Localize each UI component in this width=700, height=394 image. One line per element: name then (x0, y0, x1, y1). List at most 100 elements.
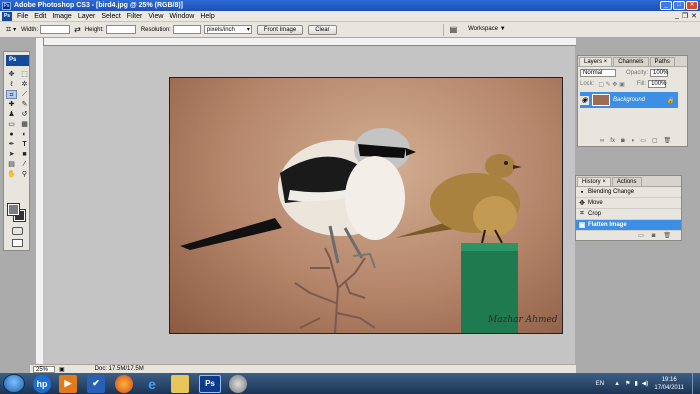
doc-info[interactable]: Doc: 17.5M/17.5M (95, 366, 144, 372)
menu-view[interactable]: View (145, 13, 166, 20)
flag-icon[interactable]: ⚑ (625, 380, 630, 387)
doc-restore-button[interactable]: ❐ (682, 12, 688, 20)
image-canvas[interactable]: Mazhar Ahmed (169, 77, 563, 334)
units-select[interactable]: pixels/inch ▾ (203, 25, 252, 34)
status-icon[interactable]: ▣ (59, 366, 65, 373)
slice-icon[interactable]: ⟋ (19, 90, 30, 99)
menu-edit[interactable]: Edit (31, 13, 49, 20)
menu-window[interactable]: Window (166, 13, 197, 20)
units-value: pixels/inch (206, 27, 235, 33)
screen-mode-icon[interactable] (12, 239, 23, 247)
menu-file[interactable]: File (14, 13, 31, 20)
doc-close-button[interactable]: ✕ (691, 12, 697, 20)
snapshot-icon[interactable]: ▭ (638, 232, 644, 239)
marquee-icon[interactable]: ⬚ (19, 70, 30, 79)
history-item-selected[interactable]: ▣ Flatten Image (576, 220, 681, 231)
tab-actions[interactable]: Actions (611, 177, 642, 186)
move-icon[interactable]: ✥ (6, 70, 17, 79)
menu-select[interactable]: Select (98, 13, 123, 20)
height-input[interactable] (105, 25, 136, 34)
lock-icons[interactable]: ▢ ✎ ✥ ▣ (598, 81, 624, 88)
pen-icon[interactable]: ✒ (6, 140, 17, 149)
hand-icon[interactable]: ✋ (6, 170, 17, 179)
width-label: Width: (21, 26, 39, 33)
menu-filter[interactable]: Filter (124, 13, 146, 20)
menu-image[interactable]: Image (49, 13, 74, 20)
fill-input[interactable]: 100% (648, 80, 666, 88)
layer-background[interactable]: ◉ Background 🔒 (580, 92, 678, 108)
clock[interactable]: 19:16 17/04/2011 (654, 376, 684, 392)
front-image-button[interactable]: Front Image (256, 24, 304, 35)
link-icon[interactable]: ∞ (600, 138, 604, 144)
brush-icon[interactable]: ✎ (19, 100, 30, 109)
network-icon[interactable]: ▮ (634, 380, 637, 387)
start-button[interactable] (3, 374, 25, 393)
show-desktop-button[interactable] (692, 373, 700, 394)
workspace-button[interactable]: Workspace ▼ (462, 25, 512, 35)
new-layer-icon[interactable]: ▢ (652, 137, 658, 144)
history-item[interactable]: ⌗ Crop (576, 209, 681, 220)
crop-tool-icon[interactable]: ⌗ (6, 24, 11, 35)
bridge-icon[interactable]: ▤ (450, 25, 458, 34)
folder-icon[interactable] (171, 374, 189, 393)
close-button[interactable]: ✕ (686, 1, 698, 10)
fx-icon[interactable]: fx (610, 138, 615, 144)
ps-menu-icon[interactable]: Ps (2, 11, 12, 21)
tab-channels[interactable]: Channels (613, 57, 649, 66)
blur-icon[interactable]: ● (6, 130, 17, 139)
tab-history[interactable]: History × (577, 177, 611, 186)
eraser-icon[interactable]: ▭ (6, 120, 17, 129)
quick-mask-icon[interactable] (12, 227, 23, 235)
dodge-icon[interactable]: ◐ (19, 130, 30, 139)
stamp-icon[interactable]: ♟ (6, 110, 17, 119)
media-player-icon[interactable]: ▶ (59, 374, 77, 393)
check-icon[interactable]: ✔ (87, 374, 105, 393)
volume-icon[interactable]: ◀) (642, 380, 649, 387)
crop-icon[interactable]: ⌗ (6, 90, 17, 99)
trash-icon[interactable]: 🗑 (663, 232, 671, 239)
hp-icon[interactable]: hp (33, 374, 51, 393)
history-item[interactable]: ✥ Move (576, 198, 681, 209)
eye-icon[interactable]: ◉ (580, 95, 589, 105)
menu-layer[interactable]: Layer (75, 13, 99, 20)
history-item[interactable]: ▪ Blending Change (576, 187, 681, 198)
camera-icon[interactable] (229, 374, 247, 393)
group-icon[interactable]: ▭ (640, 137, 646, 144)
tab-layers[interactable]: Layers × (579, 57, 613, 66)
tab-paths[interactable]: Paths (649, 57, 675, 66)
lasso-icon[interactable]: ℓ (6, 80, 17, 89)
photoshop-icon[interactable]: Ps (199, 374, 221, 393)
firefox-icon[interactable] (115, 374, 133, 393)
camera-icon[interactable]: ◙ (652, 233, 656, 239)
minimize-button[interactable]: _ (660, 1, 672, 10)
magic-wand-icon[interactable]: ✲ (19, 80, 30, 89)
zoom-icon[interactable]: ⚲ (19, 170, 30, 179)
shape-icon[interactable]: ■ (19, 150, 30, 159)
opacity-input[interactable]: 100% (650, 69, 668, 77)
twig (294, 247, 376, 333)
menu-help[interactable]: Help (197, 13, 217, 20)
width-input[interactable] (40, 25, 71, 34)
trash-icon[interactable]: 🗑 (664, 137, 672, 144)
internet-explorer-icon[interactable]: e (143, 375, 161, 393)
blend-mode-select[interactable]: Normal (580, 69, 616, 77)
healing-icon[interactable]: ✚ (6, 100, 17, 109)
eyedropper-icon[interactable]: ⁄ (19, 160, 30, 169)
tool-preset-arrow-icon[interactable]: ▾ (13, 26, 16, 33)
tray-arrow-icon[interactable]: ▲ (614, 381, 620, 387)
notes-icon[interactable]: ▤ (6, 160, 17, 169)
clear-button[interactable]: Clear (308, 24, 337, 35)
language-indicator[interactable]: EN (596, 381, 604, 387)
mask-icon[interactable]: ◙ (621, 138, 625, 144)
foreground-color-swatch[interactable] (7, 203, 20, 216)
swap-icon[interactable]: ⇄ (74, 25, 81, 34)
path-select-icon[interactable]: ➤ (6, 150, 17, 159)
adjustment-icon[interactable]: ◑ (631, 138, 635, 144)
type-icon[interactable]: T (19, 140, 30, 149)
resolution-input[interactable] (172, 25, 201, 34)
zoom-field[interactable]: 25% (33, 365, 55, 373)
doc-minimize-button[interactable]: _ (675, 12, 679, 20)
history-brush-icon[interactable]: ↺ (19, 110, 30, 119)
gradient-icon[interactable]: ▦ (19, 120, 30, 129)
maximize-button[interactable]: □ (673, 1, 685, 10)
